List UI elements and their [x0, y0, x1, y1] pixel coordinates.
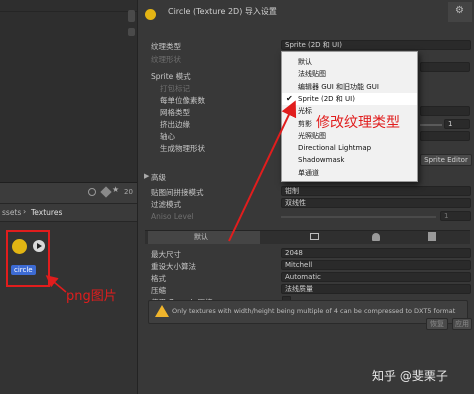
advanced-label[interactable]: 高级	[151, 172, 166, 183]
filter-mode-dropdown[interactable]: 双线性	[281, 198, 471, 208]
header-settings-area: ⚙	[448, 2, 472, 22]
wrap-mode-label: 贴图间拼接模式	[151, 188, 204, 197]
webgl-icon[interactable]	[428, 232, 436, 241]
monitor-icon[interactable]	[310, 233, 319, 240]
aniso-level-label: Aniso Level	[151, 212, 194, 221]
texture-type-option[interactable]: 法线贴图	[282, 68, 417, 80]
scrollbar-handle-2[interactable]	[128, 28, 135, 36]
format-dropdown[interactable]: Automatic	[281, 272, 471, 282]
android-icon[interactable]	[372, 233, 380, 241]
texture-icon	[145, 9, 156, 20]
texture-type-option-label: 单通道	[298, 168, 319, 177]
advanced-foldout-arrow[interactable]: ▶	[144, 172, 149, 180]
revert-button[interactable]: 恢复	[426, 318, 448, 330]
eye-icon[interactable]	[88, 188, 96, 196]
sprite-mode-label: Sprite 模式	[151, 72, 191, 81]
compression-dropdown[interactable]: 法线质量	[281, 284, 471, 294]
pixels-per-unit-label: 每单位像素数	[160, 96, 205, 105]
inspector-title: Circle (Texture 2D) 导入设置	[168, 7, 277, 16]
wrap-mode-dropdown[interactable]: 钳制	[281, 186, 471, 196]
remnant-field-1[interactable]	[420, 62, 470, 72]
texture-type-option-label: 剪影	[298, 119, 312, 128]
apply-button[interactable]: 应用	[452, 318, 472, 330]
resize-algorithm-label: 重设大小算法	[151, 262, 196, 271]
tag-icon[interactable]	[100, 186, 112, 198]
png-image-annotation: png图片	[66, 289, 117, 304]
remnant-field-3[interactable]	[420, 131, 470, 141]
max-size-label: 最大尺寸	[151, 250, 181, 259]
warning-text: Only textures with width/height being mu…	[172, 307, 456, 315]
highlight-box	[6, 230, 50, 287]
extrude-edges-label: 挤出边缘	[160, 120, 190, 129]
breadcrumb-assets[interactable]: ssets	[2, 208, 21, 217]
star-icon[interactable]: ★	[112, 185, 119, 194]
compression-label: 压缩	[151, 286, 166, 295]
texture-type-option[interactable]: Shadowmask	[282, 154, 417, 166]
texture-type-option-label: Shadowmask	[298, 156, 345, 165]
texture-type-option[interactable]: 默认	[282, 56, 417, 68]
chevron-right-icon: ›	[23, 207, 27, 216]
filter-mode-label: 过滤模式	[151, 200, 181, 209]
physics-shape-label: 生成物理形状	[160, 144, 205, 153]
tab-default[interactable]: 默认	[148, 231, 260, 244]
texture-type-option[interactable]: Directional Lightmap	[282, 142, 417, 154]
hierarchy-panel	[0, 0, 137, 182]
gear-icon[interactable]: ⚙	[455, 5, 464, 16]
modify-texture-type-annotation: 修改纹理类型	[316, 115, 400, 131]
packing-tag-label: 打包标记	[160, 84, 190, 93]
breadcrumb: ssets › Textures	[0, 204, 137, 222]
texture-type-dropdown[interactable]: Sprite (2D 和 UI)	[281, 40, 471, 50]
resize-algorithm-dropdown[interactable]: Mitchell	[281, 260, 471, 270]
sprite-editor-button[interactable]: Sprite Editor	[420, 154, 472, 166]
texture-shape-label: 纹理形状	[151, 55, 181, 64]
texture-type-option-label: Sprite (2D 和 UI)	[298, 94, 355, 103]
max-size-dropdown[interactable]: 2048	[281, 248, 471, 258]
hierarchy-toolbar	[0, 0, 137, 12]
check-icon: ✔	[286, 93, 293, 103]
pivot-label: 轴心	[160, 132, 175, 141]
asset-count: 20	[124, 188, 133, 196]
texture-type-option-label: Directional Lightmap	[298, 144, 372, 153]
texture-type-option-label: 默认	[298, 58, 312, 66]
texture-type-option-label: 光标	[298, 107, 312, 116]
scrollbar-handle[interactable]	[128, 10, 135, 22]
texture-type-option[interactable]: 编辑器 GUI 和旧功能 GUI	[282, 81, 417, 93]
texture-type-option-label: 编辑器 GUI 和旧功能 GUI	[298, 82, 379, 91]
aniso-slider-track[interactable]	[281, 216, 436, 218]
project-toolbar: ★ 20	[0, 182, 137, 204]
texture-type-option[interactable]: ✔ Sprite (2D 和 UI)	[282, 92, 417, 105]
mesh-type-label: 网格类型	[160, 108, 190, 117]
extrude-value-field[interactable]: 1	[444, 119, 470, 129]
remnant-field-2[interactable]	[420, 106, 470, 116]
texture-type-option[interactable]: 单通道	[282, 167, 417, 179]
texture-type-option-label: 法线贴图	[298, 70, 326, 79]
aniso-value-field[interactable]: 1	[440, 211, 471, 221]
format-label: 格式	[151, 274, 166, 283]
breadcrumb-textures[interactable]: Textures	[31, 208, 62, 217]
texture-type-option-label: 光照贴图	[298, 131, 326, 140]
extrude-slider-track[interactable]	[420, 124, 442, 126]
warning-icon	[155, 305, 169, 317]
watermark: 知乎 @斐栗子	[372, 369, 448, 383]
texture-type-label: 纹理类型	[151, 42, 181, 51]
